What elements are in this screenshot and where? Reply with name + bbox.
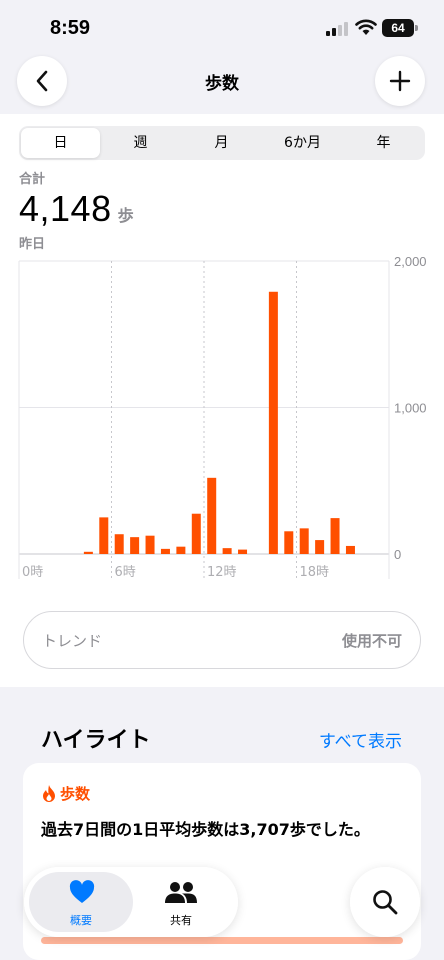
bar-hour-8 [145,535,155,554]
trend-row[interactable]: トレンド 使用不可 [23,611,421,669]
steps-unit: 歩 [117,206,135,225]
segment-day[interactable]: 日 [21,128,100,158]
nav-bar: 歩数 [0,54,444,114]
highlight-bar [41,937,403,944]
highlights-heading: ハイライト [41,728,151,753]
hourly-steps-chart[interactable]: 2,000 1,000 0 0時 6時 12時 18時 [0,254,444,584]
tab-sharing-label: 共有 [170,914,192,927]
bar-hour-12 [207,477,217,554]
bar-hour-10 [176,546,186,554]
bar-hour-14 [238,549,248,554]
bar-hour-19 [315,540,325,554]
highlight-category: 歩数 [41,783,90,804]
x-tick-label: 12時 [207,565,237,580]
cellular-signal-icon [326,22,348,36]
status-bar: 8:59 64 [0,0,444,54]
bar-hour-17 [284,531,294,554]
segment-week[interactable]: 週 [101,128,180,158]
flame-icon [43,785,55,802]
steps-chart-card: 日 週 月 6か月 年 合計 4,148 歩 昨日 2,000 1,000 0 0時 6時… [0,114,444,687]
tab-summary-label: 概要 [70,914,92,927]
plus-icon [389,70,411,92]
bar-hour-7 [130,537,140,554]
y-tick-label: 0 [394,547,401,562]
heart-icon [69,880,95,903]
highlight-category-label: 歩数 [60,785,91,803]
bar-hour-13 [222,548,232,554]
x-tick-label: 6時 [115,565,136,580]
search-icon [373,890,398,915]
wifi-icon [355,19,377,35]
status-time: 8:59 [50,17,91,39]
x-tick-label: 18時 [300,565,330,580]
y-tick-label: 1,000 [394,401,427,416]
bar-hour-9 [160,548,170,554]
bar-hour-4 [83,551,93,554]
tab-sharing[interactable]: 共有 [129,872,233,932]
trend-status: 使用不可 [341,632,402,650]
bar-hour-21 [345,545,355,554]
total-label: 合計 [19,172,46,187]
total-steps-number: 4,148 [19,188,112,229]
y-tick-label: 2,000 [394,254,427,269]
trend-label: トレンド [42,632,103,650]
total-steps-value: 4,148 歩 [19,188,134,230]
segment-year[interactable]: 年 [344,128,423,158]
battery-icon: 64 [382,19,418,37]
date-label: 昨日 [19,237,46,252]
highlight-message: 過去7日間の1日平均歩数は3,707歩でした。 [41,820,370,839]
tab-summary[interactable]: 概要 [29,872,133,932]
people-icon [165,882,197,903]
segment-month[interactable]: 月 [182,128,261,158]
bar-hour-6 [114,534,124,554]
time-range-segmented-control: 日 週 月 6か月 年 [19,126,425,160]
show-all-link[interactable]: すべて表示 [319,727,402,752]
x-tick-label: 0時 [22,565,43,580]
bar-hour-5 [99,517,109,554]
search-button[interactable] [350,867,420,937]
add-data-button[interactable] [375,56,425,106]
tab-bar: 概要 共有 [24,867,238,937]
bar-hour-18 [299,528,309,554]
segment-6months[interactable]: 6か月 [263,128,342,158]
bar-hour-11 [191,513,201,554]
bar-hour-16 [268,291,278,554]
bar-hour-20 [330,518,340,554]
